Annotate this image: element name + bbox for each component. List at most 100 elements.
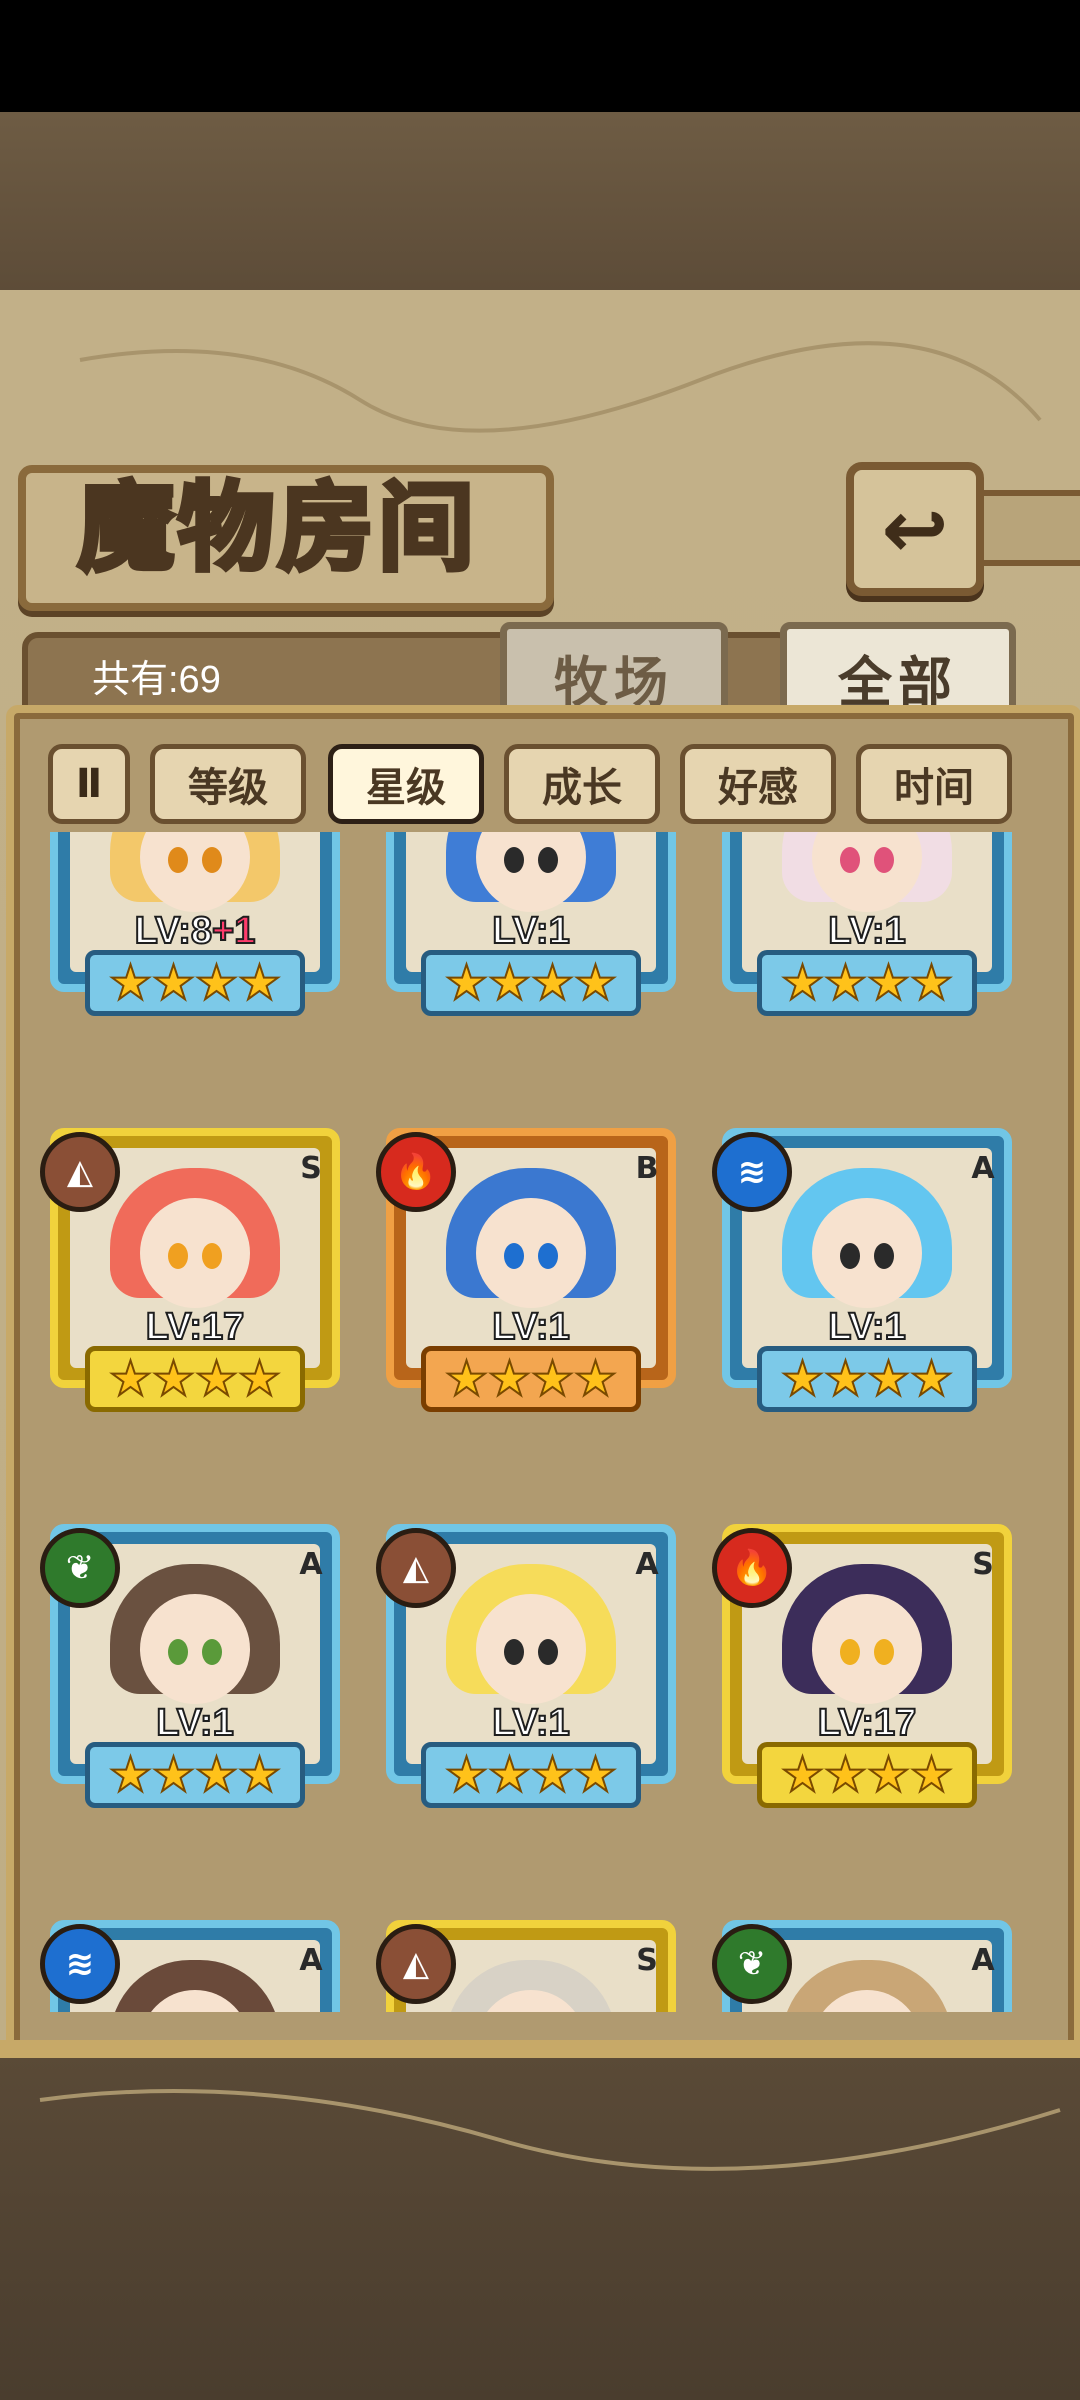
earth-element-icon: ◭ <box>40 1132 120 1212</box>
sort-affection-button[interactable]: 好感 <box>680 744 836 824</box>
monster-card[interactable]: LV:8+1 ★★★★ <box>40 832 350 1032</box>
star-icon: ★★★★ <box>780 1351 954 1407</box>
rank-badge: S <box>972 1546 994 1582</box>
portrait-eye <box>202 1639 222 1665</box>
level-label: LV:17 <box>40 1305 350 1349</box>
rank-badge: B <box>635 1150 659 1186</box>
page-title: 魔物房间 <box>76 471 478 584</box>
star-rating: ★★★★ <box>85 1346 305 1412</box>
level-bonus: +1 <box>211 909 256 953</box>
monster-card[interactable]: ◭ S <box>376 1920 686 2012</box>
sort-time-button[interactable]: 时间 <box>856 744 1012 824</box>
star-rating: ★★★★ <box>421 1346 641 1412</box>
portrait-eye <box>504 1243 524 1269</box>
level-label: LV:1 <box>712 909 1022 953</box>
star-icon: ★★★★ <box>444 955 618 1011</box>
portrait-eye <box>202 1243 222 1269</box>
portrait-face <box>812 1594 922 1704</box>
monster-card[interactable]: ❦ A LV:1 ★★★★ <box>40 1524 350 1824</box>
portrait-eye <box>840 1243 860 1269</box>
portrait-face <box>812 1198 922 1308</box>
rank-badge: A <box>971 1150 995 1186</box>
rank-badge: S <box>636 1942 658 1978</box>
monster-card[interactable]: ◭ S LV:17 ★★★★ <box>40 1128 350 1428</box>
level-value: LV:8 <box>134 909 213 953</box>
portrait-face <box>476 1198 586 1308</box>
portrait-eye <box>840 1639 860 1665</box>
star-rating: ★★★★ <box>757 1742 977 1808</box>
level-label: LV:8+1 <box>40 909 350 953</box>
sort-growth-button[interactable]: 成长 <box>504 744 660 824</box>
level-value: LV:1 <box>827 909 906 953</box>
water-element-icon: ≋ <box>40 1924 120 2004</box>
level-label: LV:1 <box>376 909 686 953</box>
star-rating: ★★★★ <box>85 950 305 1016</box>
portrait-eye <box>538 847 558 873</box>
star-rating: ★★★★ <box>757 950 977 1016</box>
portrait-eye <box>874 847 894 873</box>
star-icon: ★★★★ <box>108 1351 282 1407</box>
portrait-eye <box>504 1639 524 1665</box>
level-value: LV:1 <box>491 909 570 953</box>
rank-badge: A <box>299 1546 323 1582</box>
portrait-eye <box>504 847 524 873</box>
rank-badge: S <box>300 1150 322 1186</box>
fire-element-icon: 🔥 <box>712 1528 792 1608</box>
star-rating: ★★★★ <box>421 950 641 1016</box>
star-icon: ★★★★ <box>780 955 954 1011</box>
earth-element-icon: ◭ <box>376 1528 456 1608</box>
monster-count: 共有:69 <box>92 659 221 701</box>
water-element-icon: ≋ <box>712 1132 792 1212</box>
level-value: LV:17 <box>817 1701 918 1745</box>
monster-card[interactable]: ❦ A <box>712 1920 1022 2012</box>
monster-card[interactable]: 🔥 S LV:17 ★★★★ <box>712 1524 1022 1824</box>
level-label: LV:1 <box>712 1305 1022 1349</box>
portrait-eye <box>538 1243 558 1269</box>
portrait-eye <box>874 1243 894 1269</box>
star-rating: ★★★★ <box>757 1346 977 1412</box>
star-icon: ★★★★ <box>108 955 282 1011</box>
game-screen: 魔物房间 ↩ 共有:69 牧场 全部 Ⅱ 等级 星级 成长 好感 时间 LV:8… <box>0 0 1080 2400</box>
level-label: LV:1 <box>376 1305 686 1349</box>
level-value: LV:1 <box>827 1305 906 1349</box>
rank-badge: A <box>971 1942 995 1978</box>
sort-order-toggle[interactable]: Ⅱ <box>48 744 130 824</box>
earth-element-icon: ◭ <box>376 1924 456 2004</box>
leaf-element-icon: ❦ <box>712 1924 792 2004</box>
fire-element-icon: 🔥 <box>376 1132 456 1212</box>
level-value: LV:1 <box>491 1305 570 1349</box>
level-label: LV:17 <box>712 1701 1022 1745</box>
portrait-eye <box>874 1639 894 1665</box>
level-value: LV:17 <box>145 1305 246 1349</box>
portrait-eye <box>840 847 860 873</box>
sort-star-button[interactable]: 星级 <box>328 744 484 824</box>
star-icon: ★★★★ <box>444 1747 618 1803</box>
back-button[interactable]: ↩ <box>846 462 984 596</box>
portrait-face <box>140 1198 250 1308</box>
monster-card[interactable]: LV:1 ★★★★ <box>712 832 1022 1032</box>
portrait-eye <box>168 1639 188 1665</box>
portrait-eye <box>202 847 222 873</box>
portrait-eye <box>168 1243 188 1269</box>
monster-card[interactable]: ◭ A LV:1 ★★★★ <box>376 1524 686 1824</box>
level-value: LV:1 <box>491 1701 570 1745</box>
back-arrow-icon: ↩ <box>881 482 949 576</box>
leaf-element-icon: ❦ <box>40 1528 120 1608</box>
portrait-face <box>140 1594 250 1704</box>
monster-card[interactable]: LV:1 ★★★★ <box>376 832 686 1032</box>
level-label: LV:1 <box>376 1701 686 1745</box>
sort-level-button[interactable]: 等级 <box>150 744 306 824</box>
portrait-face <box>476 1594 586 1704</box>
portrait-eye <box>168 847 188 873</box>
star-icon: ★★★★ <box>444 1351 618 1407</box>
rank-badge: A <box>635 1546 659 1582</box>
level-value: LV:1 <box>155 1701 234 1745</box>
star-rating: ★★★★ <box>85 1742 305 1808</box>
level-label: LV:1 <box>40 1701 350 1745</box>
portrait-eye <box>538 1639 558 1665</box>
monster-card[interactable]: ≋ A <box>40 1920 350 2012</box>
panel-bottom-edge <box>0 2040 1080 2058</box>
monster-card[interactable]: ≋ A LV:1 ★★★★ <box>712 1128 1022 1428</box>
monster-card[interactable]: 🔥 B LV:1 ★★★★ <box>376 1128 686 1428</box>
rank-badge: A <box>299 1942 323 1978</box>
